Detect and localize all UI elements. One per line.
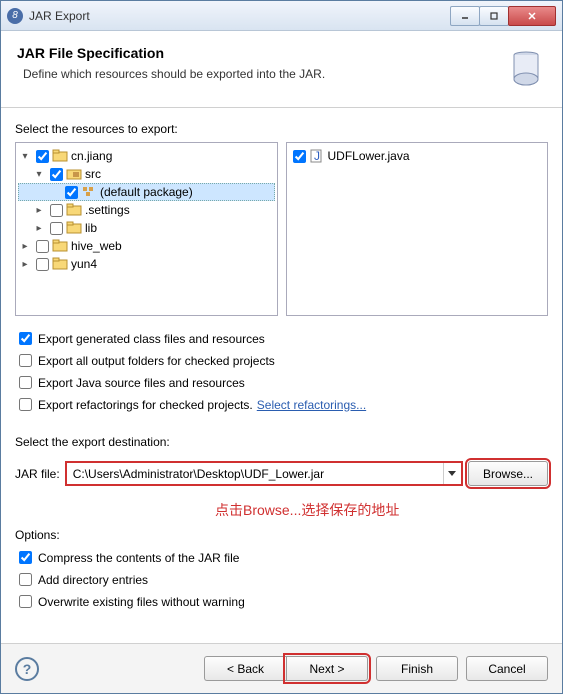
jar-file-combo[interactable] xyxy=(66,462,462,485)
tree-item-settings[interactable]: ▸ .settings xyxy=(18,201,275,219)
expander-icon[interactable]: ▾ xyxy=(32,169,46,180)
nav-button-group: < Back Next > xyxy=(204,656,368,681)
back-button[interactable]: < Back xyxy=(204,656,286,681)
wizard-header: JAR File Specification Define which reso… xyxy=(1,31,562,108)
checkbox[interactable] xyxy=(36,150,49,163)
svg-text:J: J xyxy=(314,149,320,163)
opt-overwrite[interactable]: Overwrite existing files without warning xyxy=(15,592,548,611)
package-icon xyxy=(81,185,97,199)
export-options-group: Export generated class files and resourc… xyxy=(15,326,548,417)
dropdown-button[interactable] xyxy=(443,463,461,484)
option-label: Export Java source files and resources xyxy=(38,376,245,390)
opt-compress[interactable]: Compress the contents of the JAR file xyxy=(15,548,548,567)
checkbox[interactable] xyxy=(19,398,32,411)
checkbox[interactable] xyxy=(19,332,32,345)
jar-file-input[interactable] xyxy=(67,463,443,484)
tree-label: hive_web xyxy=(71,239,122,253)
project-icon xyxy=(52,257,68,271)
next-button[interactable]: Next > xyxy=(286,656,368,681)
resource-tree[interactable]: ▾ cn.jiang ▾ src (default package) ▸ .setti… xyxy=(15,142,278,316)
select-resources-label: Select the resources to export: xyxy=(15,122,548,136)
checkbox[interactable] xyxy=(19,595,32,608)
expander-icon[interactable]: ▸ xyxy=(32,223,46,234)
folder-icon xyxy=(66,221,82,235)
option-label: Export generated class files and resourc… xyxy=(38,332,265,346)
tree-label: yun4 xyxy=(71,257,97,271)
tree-item-yun4[interactable]: ▸ yun4 xyxy=(18,255,275,273)
file-list[interactable]: J UDFLower.java xyxy=(286,142,549,316)
jar-export-window: 8 JAR Export JAR File Specification Defi… xyxy=(0,0,563,694)
tree-item-hive-web[interactable]: ▸ hive_web xyxy=(18,237,275,255)
tree-label: cn.jiang xyxy=(71,149,112,163)
option-label: Export refactorings for checked projects… xyxy=(38,398,253,412)
annotation-text: 点击Browse...选择保存的地址 xyxy=(215,500,548,520)
checkbox[interactable] xyxy=(19,573,32,586)
tree-item-cn-jiang[interactable]: ▾ cn.jiang xyxy=(18,147,275,165)
opt-java-source[interactable]: Export Java source files and resources xyxy=(15,373,548,392)
wizard-footer: ? < Back Next > Finish Cancel xyxy=(1,643,562,693)
option-label: Export all output folders for checked pr… xyxy=(38,354,275,368)
folder-icon xyxy=(66,203,82,217)
tree-item-default-package[interactable]: (default package) xyxy=(18,183,275,201)
tree-label: .settings xyxy=(85,203,130,217)
java-file-icon: J xyxy=(309,149,325,163)
tree-label: lib xyxy=(85,221,97,235)
expander-icon[interactable]: ▸ xyxy=(18,241,32,252)
options-group: Options: Compress the contents of the JA… xyxy=(15,524,548,614)
checkbox[interactable] xyxy=(50,222,63,235)
checkbox[interactable] xyxy=(19,376,32,389)
jar-file-label: JAR file: xyxy=(15,467,60,481)
expander-icon[interactable]: ▾ xyxy=(18,151,32,162)
tree-label: src xyxy=(85,167,101,181)
finish-button[interactable]: Finish xyxy=(376,656,458,681)
checkbox[interactable] xyxy=(50,168,63,181)
option-label: Add directory entries xyxy=(38,573,148,587)
opt-refactorings[interactable]: Export refactorings for checked projects… xyxy=(15,395,548,414)
help-button[interactable]: ? xyxy=(15,657,39,681)
cancel-button[interactable]: Cancel xyxy=(466,656,548,681)
app-icon: 8 xyxy=(7,8,23,24)
project-icon xyxy=(52,149,68,163)
window-title: JAR Export xyxy=(29,9,451,23)
opt-all-output[interactable]: Export all output folders for checked pr… xyxy=(15,351,548,370)
destination-row: JAR file: Browse... xyxy=(15,461,548,486)
list-label: UDFLower.java xyxy=(328,149,410,163)
checkbox[interactable] xyxy=(50,204,63,217)
select-refactorings-link[interactable]: Select refactorings... xyxy=(257,398,366,412)
checkbox[interactable] xyxy=(19,354,32,367)
select-destination-label: Select the export destination: xyxy=(15,435,548,449)
minimize-button[interactable] xyxy=(450,6,480,26)
close-button[interactable] xyxy=(508,6,556,26)
opt-generated-class[interactable]: Export generated class files and resourc… xyxy=(15,329,548,348)
tree-item-src[interactable]: ▾ src xyxy=(18,165,275,183)
page-subtitle: Define which resources should be exporte… xyxy=(23,67,506,81)
expander-icon[interactable]: ▸ xyxy=(18,259,32,270)
list-item-udflower[interactable]: J UDFLower.java xyxy=(289,147,546,165)
checkbox[interactable] xyxy=(293,150,306,163)
page-title: JAR File Specification xyxy=(17,45,506,61)
option-label: Overwrite existing files without warning xyxy=(38,595,245,609)
wizard-body: Select the resources to export: ▾ cn.jian… xyxy=(1,108,562,643)
expander-icon[interactable]: ▸ xyxy=(32,205,46,216)
titlebar[interactable]: 8 JAR Export xyxy=(1,1,562,31)
checkbox[interactable] xyxy=(36,240,49,253)
project-icon xyxy=(52,239,68,253)
option-label: Compress the contents of the JAR file xyxy=(38,551,239,565)
jar-icon xyxy=(506,45,546,93)
checkbox[interactable] xyxy=(19,551,32,564)
checkbox[interactable] xyxy=(65,186,78,199)
package-folder-icon xyxy=(66,167,82,181)
options-label: Options: xyxy=(15,528,548,542)
browse-button[interactable]: Browse... xyxy=(468,461,548,486)
checkbox[interactable] xyxy=(36,258,49,271)
tree-label: (default package) xyxy=(100,185,193,199)
opt-add-dir[interactable]: Add directory entries xyxy=(15,570,548,589)
tree-item-lib[interactable]: ▸ lib xyxy=(18,219,275,237)
maximize-button[interactable] xyxy=(479,6,509,26)
